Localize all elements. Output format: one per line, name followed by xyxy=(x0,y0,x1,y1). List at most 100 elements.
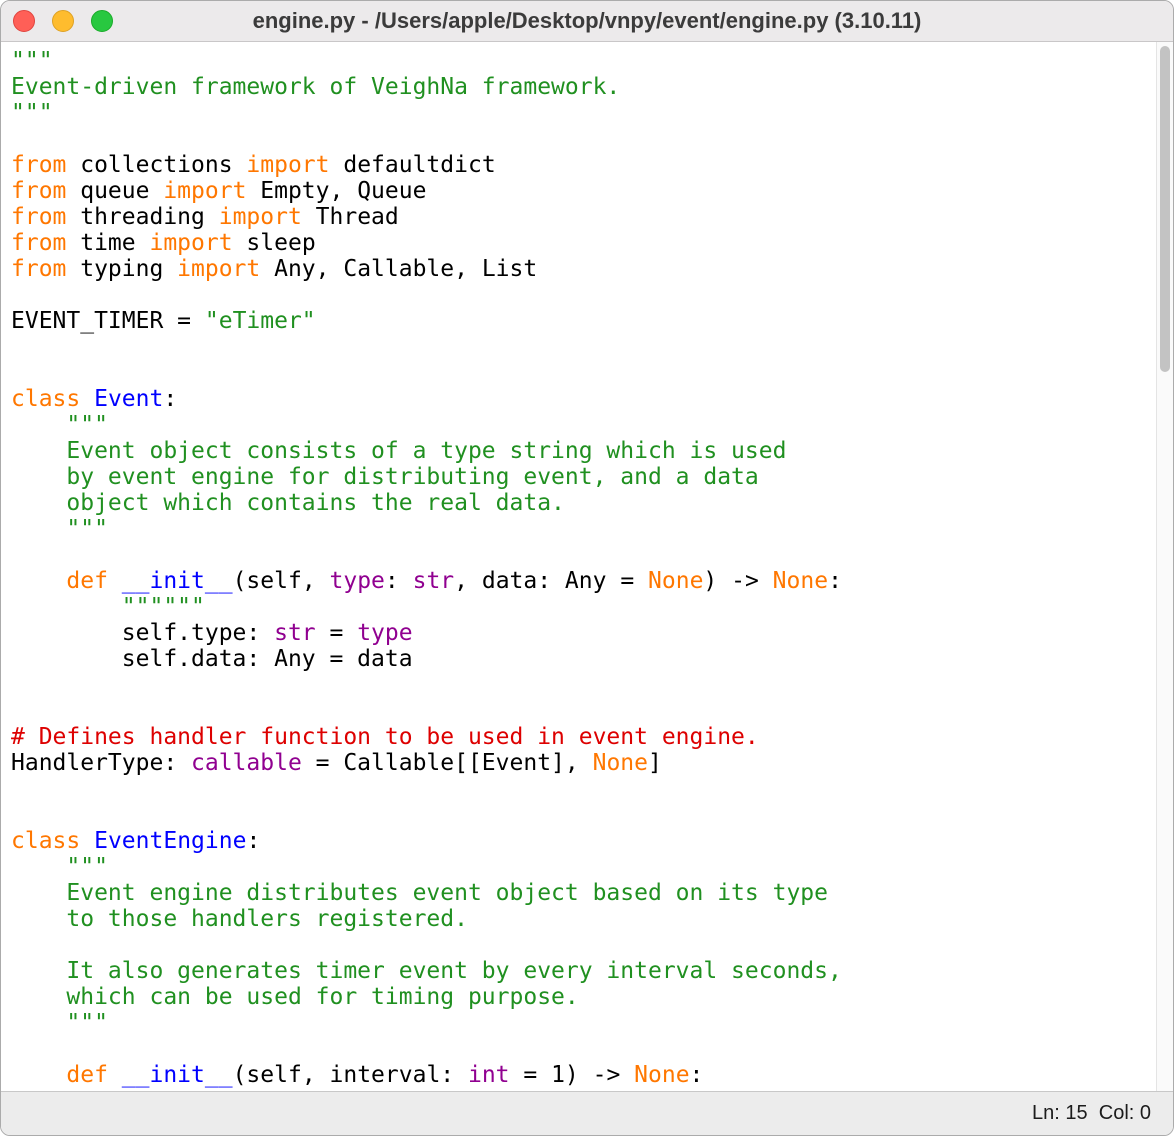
code-line: Event engine distributes event object ba… xyxy=(11,880,1156,906)
code-token: object which contains the real data. xyxy=(66,490,565,516)
code-editor[interactable]: """ Event-driven framework of VeighNa fra… xyxy=(1,42,1156,1091)
code-token: from xyxy=(11,230,67,256)
code-token: import xyxy=(218,204,302,230)
code-token: """ xyxy=(66,1010,108,1036)
code-token: by event engine for distributing event, … xyxy=(66,464,759,490)
code-token: type xyxy=(329,568,385,594)
vertical-scrollbar[interactable] xyxy=(1156,42,1173,1091)
code-token: ] xyxy=(647,750,662,776)
line-col-indicator: Ln: 15 Col: 0 xyxy=(1032,1102,1151,1124)
code-token: "eTimer" xyxy=(204,308,316,334)
code-token: __init__ xyxy=(121,1062,233,1088)
code-token: queue xyxy=(66,178,164,204)
code-line: Event object consists of a type string w… xyxy=(11,438,1156,464)
code-line: """ xyxy=(11,100,1156,126)
code-token: Event xyxy=(94,386,164,412)
code-line: Event-driven framework of VeighNa framew… xyxy=(11,74,1156,100)
code-token: int xyxy=(467,1062,510,1088)
code-token: Any, Callable, List xyxy=(260,256,538,282)
code-token: (self, xyxy=(232,568,330,594)
code-token: str xyxy=(274,620,316,646)
code-line: from time import sleep xyxy=(11,230,1156,256)
code-line: """ xyxy=(11,412,1156,438)
code-line: from queue import Empty, Queue xyxy=(11,178,1156,204)
code-token: = Callable[[Event], xyxy=(301,750,593,776)
code-token: """ xyxy=(66,516,108,542)
code-token: """""" xyxy=(121,594,205,620)
code-token: from xyxy=(11,256,67,282)
code-token: EVENT_TIMER = xyxy=(11,308,205,334)
code-line: EVENT_TIMER = "eTimer" xyxy=(11,308,1156,334)
code-token: typing xyxy=(66,256,178,282)
code-token: to those handlers registered. xyxy=(66,906,468,932)
code-line: """ xyxy=(11,1010,1156,1036)
minimize-button[interactable] xyxy=(52,10,74,32)
code-line: def __init__(self, type: str, data: Any … xyxy=(11,568,1156,594)
code-token: threading xyxy=(66,204,219,230)
code-line: """ xyxy=(11,48,1156,74)
code-token: : xyxy=(163,386,178,412)
zoom-button[interactable] xyxy=(91,10,113,32)
code-token: : xyxy=(246,828,261,854)
code-token: __init__ xyxy=(121,568,233,594)
traffic-lights xyxy=(13,1,113,41)
code-token: import xyxy=(246,152,330,178)
code-token: def xyxy=(66,568,108,594)
code-token: : xyxy=(689,1062,704,1088)
editor-area: """ Event-driven framework of VeighNa fra… xyxy=(1,42,1173,1091)
code-token: collections xyxy=(66,152,247,178)
code-token: class xyxy=(11,386,81,412)
code-token: from xyxy=(11,152,67,178)
code-token: = xyxy=(315,620,358,646)
code-line: class Event: xyxy=(11,386,1156,412)
code-token: callable xyxy=(191,750,302,776)
code-token: Empty, Queue xyxy=(246,178,427,204)
idle-editor-window: engine.py - /Users/apple/Desktop/vnpy/ev… xyxy=(0,0,1174,1136)
code-line: """ xyxy=(11,854,1156,880)
code-token: None xyxy=(648,568,704,594)
code-token: self.data: Any = data xyxy=(11,646,413,672)
code-line: It also generates timer event by every i… xyxy=(11,958,1156,984)
close-button[interactable] xyxy=(13,10,35,32)
code-token: , data: Any = xyxy=(454,568,649,594)
code-token: """ xyxy=(11,100,53,126)
code-token: # Defines handler function to be used in… xyxy=(11,724,759,750)
code-token: which can be used for timing purpose. xyxy=(66,984,579,1010)
code-line: """ xyxy=(11,516,1156,542)
code-line: self.type: str = type xyxy=(11,620,1156,646)
code-token: time xyxy=(66,230,150,256)
code-token: import xyxy=(177,256,261,282)
code-token: = 1) -> xyxy=(509,1062,635,1088)
title-bar[interactable]: engine.py - /Users/apple/Desktop/vnpy/ev… xyxy=(1,1,1173,42)
code-token: from xyxy=(11,178,67,204)
code-token: Event-driven framework of VeighNa framew… xyxy=(11,74,621,100)
scrollbar-thumb[interactable] xyxy=(1160,46,1170,372)
code-line: # Defines handler function to be used in… xyxy=(11,724,1156,750)
code-token: : xyxy=(828,568,842,594)
code-token: None xyxy=(634,1062,690,1088)
code-line: which can be used for timing purpose. xyxy=(11,984,1156,1010)
code-line: from typing import Any, Callable, List xyxy=(11,256,1156,282)
code-line: class EventEngine: xyxy=(11,828,1156,854)
code-token: """ xyxy=(11,48,53,74)
code-token: It also generates timer event by every i… xyxy=(66,958,842,984)
code-token: ) -> xyxy=(703,568,773,594)
